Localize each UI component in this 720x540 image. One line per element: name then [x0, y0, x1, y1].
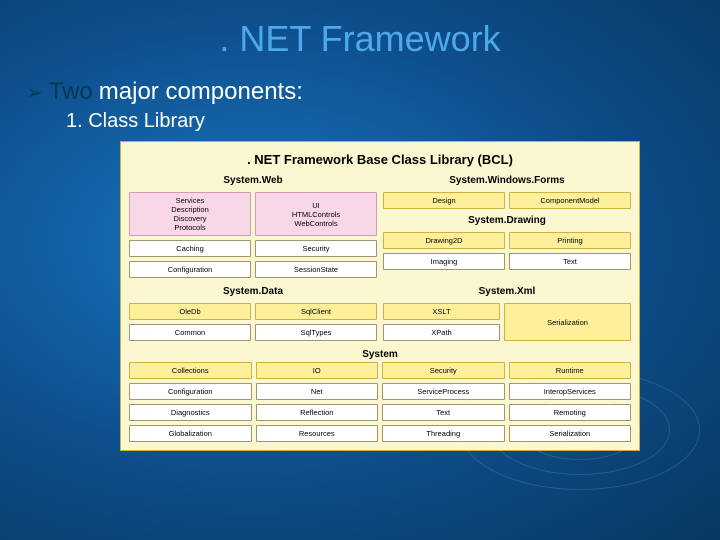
slide-title: . NET Framework — [0, 0, 720, 60]
box-sys-diagnostics: Diagnostics — [129, 404, 252, 421]
bcl-diagram: . NET Framework Base Class Library (BCL)… — [120, 141, 640, 451]
section-web-title: System.Web — [129, 173, 377, 188]
sub-bullet: 1. Class Library — [66, 110, 720, 133]
box-sys-runtime: Runtime — [509, 362, 632, 379]
box-web-security: Security — [255, 240, 377, 257]
section-forms-title: System.Windows.Forms — [383, 173, 631, 188]
box-data-sqltypes: SqlTypes — [255, 324, 377, 341]
section-xml-title: System.Xml — [383, 284, 631, 299]
box-sys-globalization: Globalization — [129, 425, 252, 442]
box-sys-text: Text — [382, 404, 505, 421]
box-data-sqlclient: SqlClient — [255, 303, 377, 320]
bullet-main: ➢ Two major components: — [26, 78, 720, 106]
box-forms-design: Design — [383, 192, 505, 209]
bullet-lead: Two — [49, 78, 93, 106]
bullet-arrow-icon: ➢ — [26, 80, 43, 105]
section-data-title: System.Data — [129, 284, 377, 299]
box-sys-reflection: Reflection — [256, 404, 379, 421]
box-drawing-2d: Drawing2D — [383, 232, 505, 249]
box-data-common: Common — [129, 324, 251, 341]
box-sys-resources: Resources — [256, 425, 379, 442]
box-sys-threading: Threading — [382, 425, 505, 442]
section-drawing-title: System.Drawing — [383, 213, 631, 228]
box-xml-xslt: XSLT — [383, 303, 500, 320]
box-sys-remoting: Remoting — [509, 404, 632, 421]
box-web-ui: UI HTMLControls WebControls — [255, 192, 377, 236]
box-sys-security: Security — [382, 362, 505, 379]
box-sys-net: Net — [256, 383, 379, 400]
box-web-sessionstate: SessionState — [255, 261, 377, 278]
box-sys-interopservices: InteropServices — [509, 383, 632, 400]
box-drawing-printing: Printing — [509, 232, 631, 249]
box-web-services: Services Description Discovery Protocols — [129, 192, 251, 236]
diagram-title: . NET Framework Base Class Library (BCL) — [129, 148, 631, 173]
box-forms-componentmodel: ComponentModel — [509, 192, 631, 209]
box-web-caching: Caching — [129, 240, 251, 257]
box-sys-collections: Collections — [129, 362, 252, 379]
bullet-rest: major components: — [99, 78, 303, 106]
box-web-configuration: Configuration — [129, 261, 251, 278]
box-drawing-text: Text — [509, 253, 631, 270]
box-sys-serviceprocess: ServiceProcess — [382, 383, 505, 400]
box-xml-serialization: Serialization — [504, 303, 631, 341]
box-sys-io: IO — [256, 362, 379, 379]
box-drawing-imaging: Imaging — [383, 253, 505, 270]
section-system-title: System — [129, 347, 631, 362]
box-data-oledb: OleDb — [129, 303, 251, 320]
box-xml-xpath: XPath — [383, 324, 500, 341]
box-sys-serialization: Serialization — [509, 425, 632, 442]
box-sys-configuration: Configuration — [129, 383, 252, 400]
